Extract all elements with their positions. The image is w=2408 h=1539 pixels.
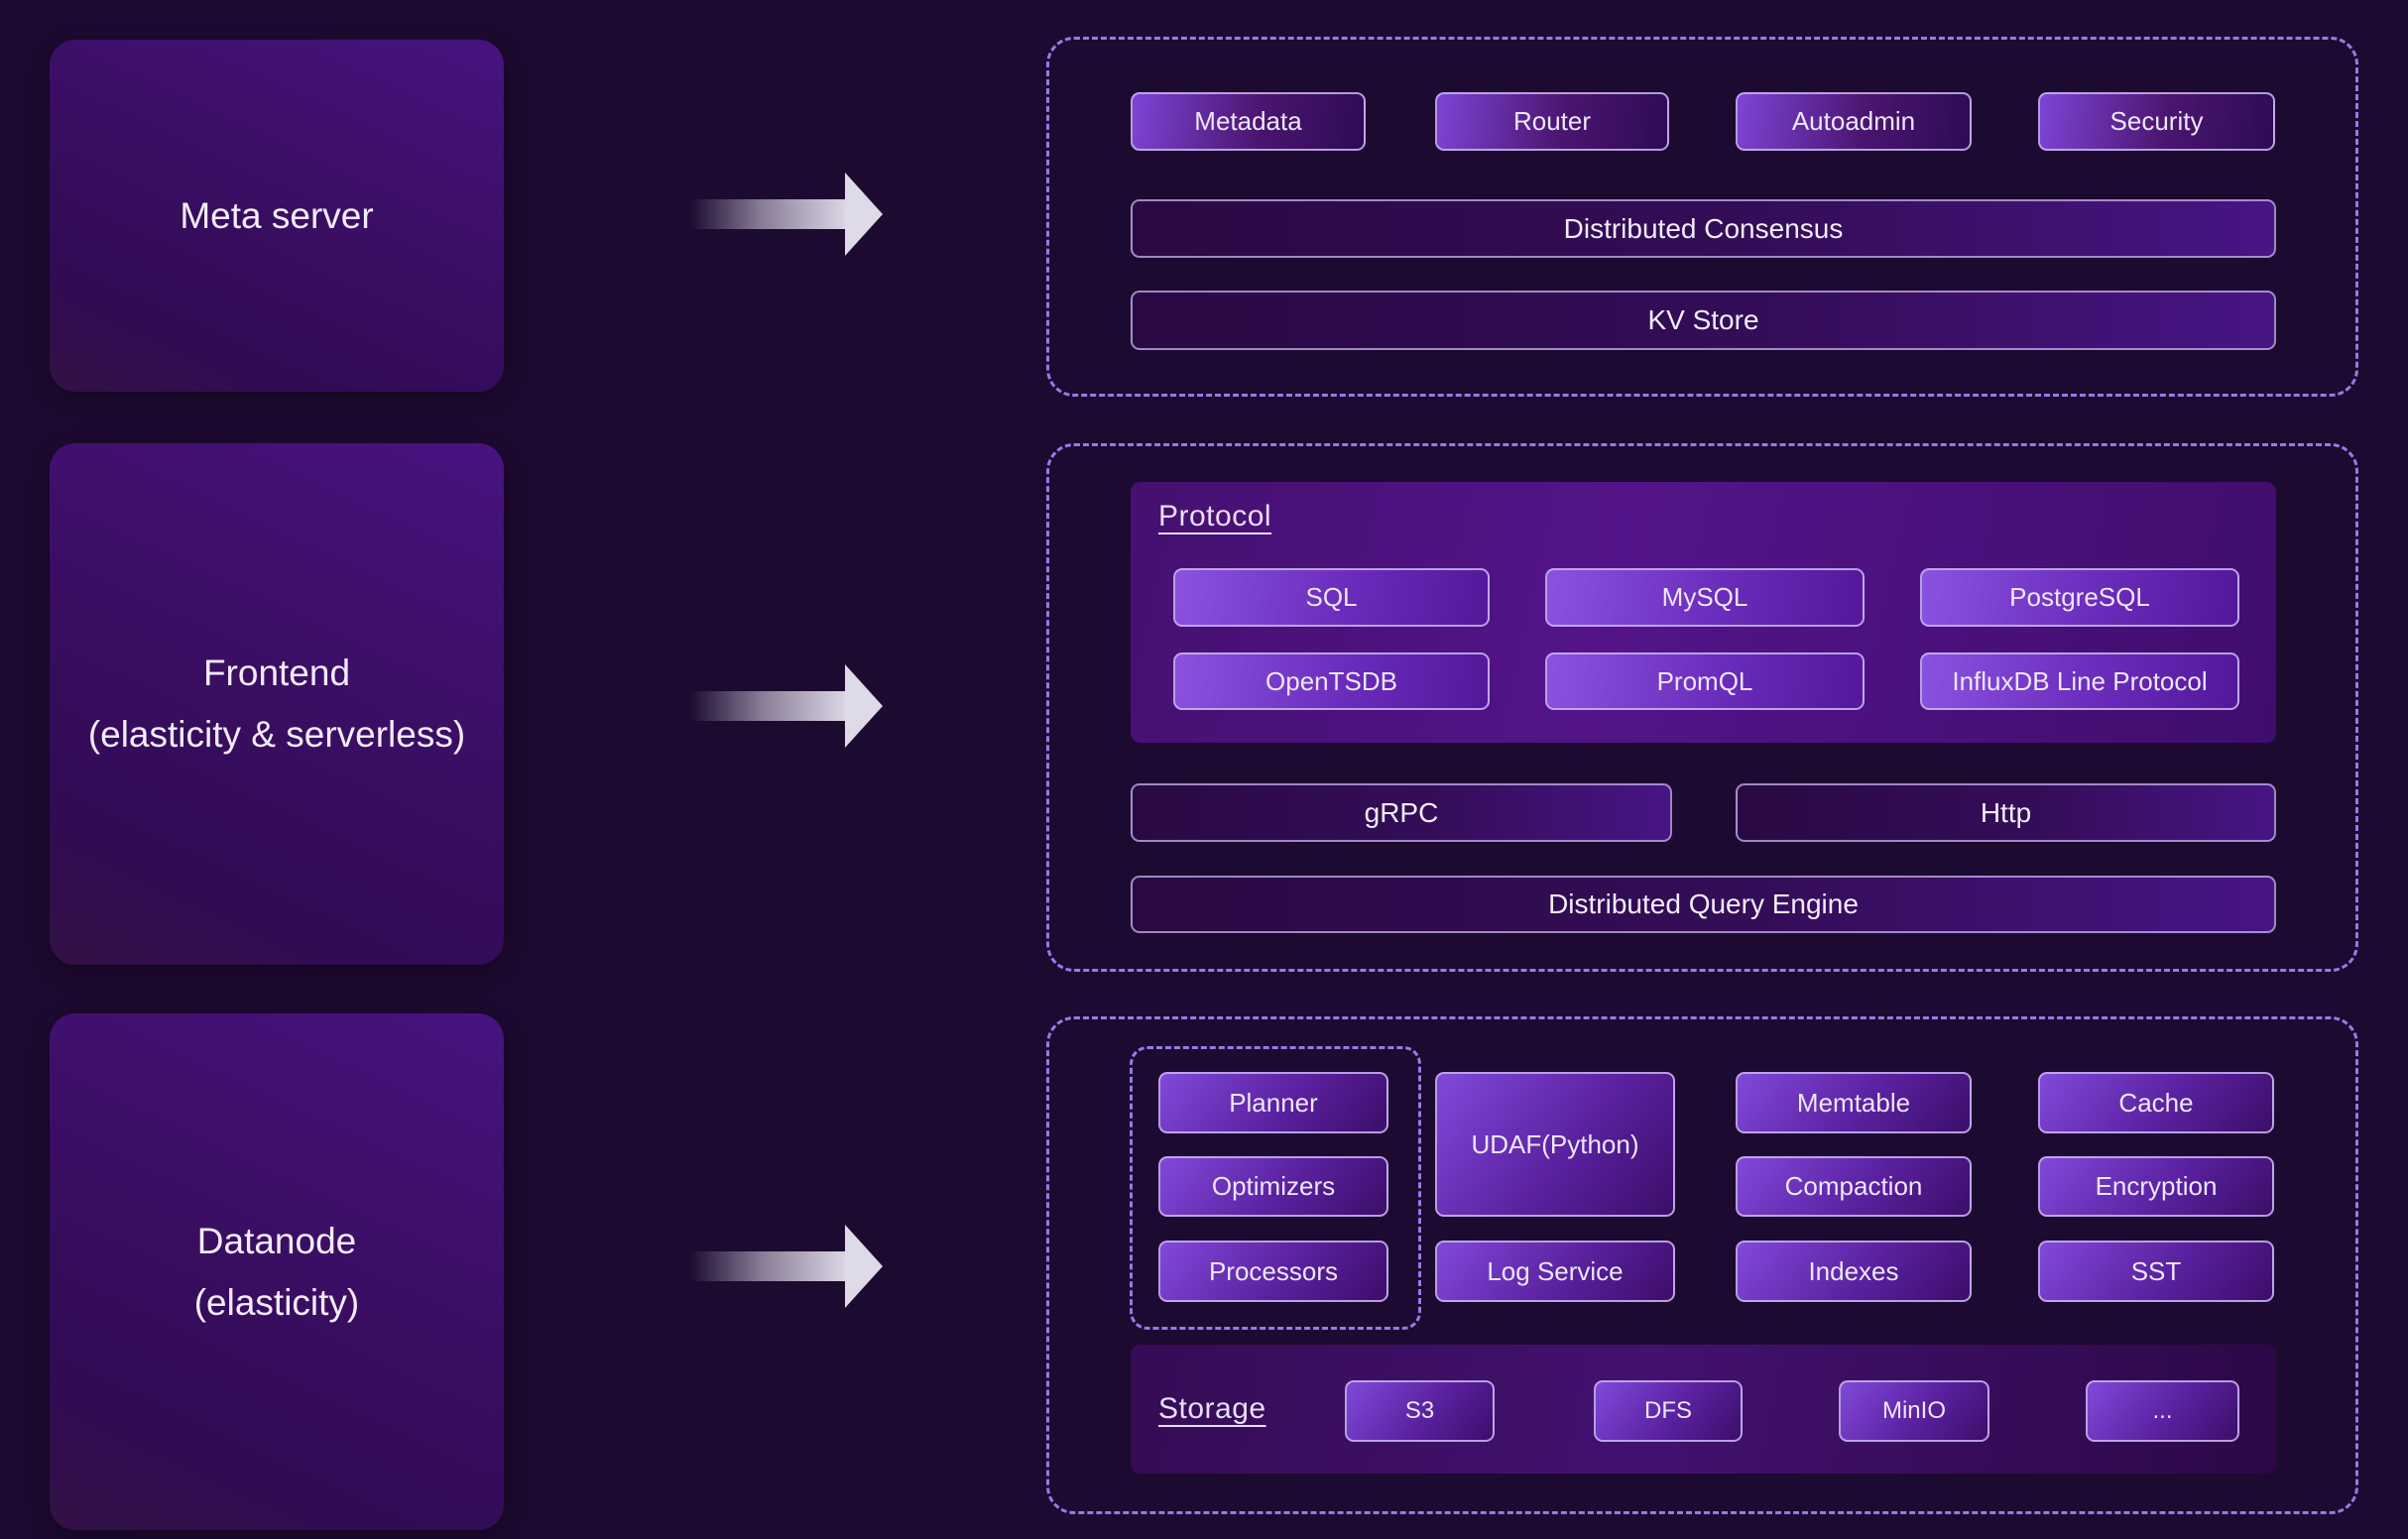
datanode-label-line2: (elasticity) [194,1272,360,1334]
protocol-panel: Protocol SQL MySQL PostgreSQL OpenTSDB P… [1131,482,2276,743]
opentsdb-node: OpenTSDB [1173,652,1490,710]
influxdb-line-protocol-node: InfluxDB Line Protocol [1920,652,2239,710]
postgresql-node: PostgreSQL [1920,568,2239,627]
s3-node: S3 [1345,1380,1495,1442]
arrow-shaft [690,199,847,229]
memtable-node: Memtable [1736,1072,1972,1133]
sql-node: SQL [1173,568,1490,627]
encryption-node: Encryption [2038,1156,2274,1217]
router-node: Router [1435,92,1669,151]
arrow-shaft [690,1251,847,1281]
dfs-node: DFS [1594,1380,1743,1442]
autoadmin-node: Autoadmin [1736,92,1972,151]
protocol-label: Protocol [1158,500,1271,533]
arrow-meta-icon [690,173,883,256]
frontend-section: Protocol SQL MySQL PostgreSQL OpenTSDB P… [1046,443,2358,972]
cache-node: Cache [2038,1072,2274,1133]
promql-node: PromQL [1545,652,1865,710]
compaction-node: Compaction [1736,1156,1972,1217]
planner-node: Planner [1158,1072,1388,1133]
arrow-datanode-icon [690,1225,883,1308]
datanode-section: Planner Optimizers Processors UDAF(Pytho… [1046,1016,2358,1514]
mysql-node: MySQL [1545,568,1865,627]
meta-server-label: Meta server [180,185,373,247]
optimizers-node: Optimizers [1158,1156,1388,1217]
grpc-bar: gRPC [1131,783,1672,842]
arrow-head [845,664,883,748]
frontend-label-line2: (elasticity & serverless) [88,704,465,766]
kv-store-bar: KV Store [1131,291,2276,350]
datanode-label-line1: Datanode [197,1211,356,1272]
storage-panel: Storage S3 DFS MinIO ... [1131,1345,2276,1474]
meta-server-section: Metadata Router Autoadmin Security Distr… [1046,37,2358,397]
security-node: Security [2038,92,2275,151]
arrow-head [845,173,883,256]
minio-node: MinIO [1839,1380,1989,1442]
frontend-label-line1: Frontend [203,643,350,704]
arrow-shaft [690,691,847,721]
udaf-python-node: UDAF(Python) [1435,1072,1675,1217]
metadata-node: Metadata [1131,92,1366,151]
indexes-node: Indexes [1736,1241,1972,1302]
http-bar: Http [1736,783,2276,842]
architecture-diagram: Meta server Frontend (elasticity & serve… [0,0,2408,1539]
arrow-head [845,1225,883,1308]
arrow-frontend-icon [690,664,883,748]
log-service-node: Log Service [1435,1241,1675,1302]
sst-node: SST [2038,1241,2274,1302]
other-storage-node: ... [2086,1380,2239,1442]
distributed-consensus-bar: Distributed Consensus [1131,199,2276,258]
processors-node: Processors [1158,1241,1388,1302]
meta-server-box: Meta server [50,40,504,392]
storage-label: Storage [1158,1392,1266,1426]
frontend-box: Frontend (elasticity & serverless) [50,443,504,965]
distributed-query-engine-bar: Distributed Query Engine [1131,876,2276,933]
datanode-box: Datanode (elasticity) [50,1013,504,1530]
